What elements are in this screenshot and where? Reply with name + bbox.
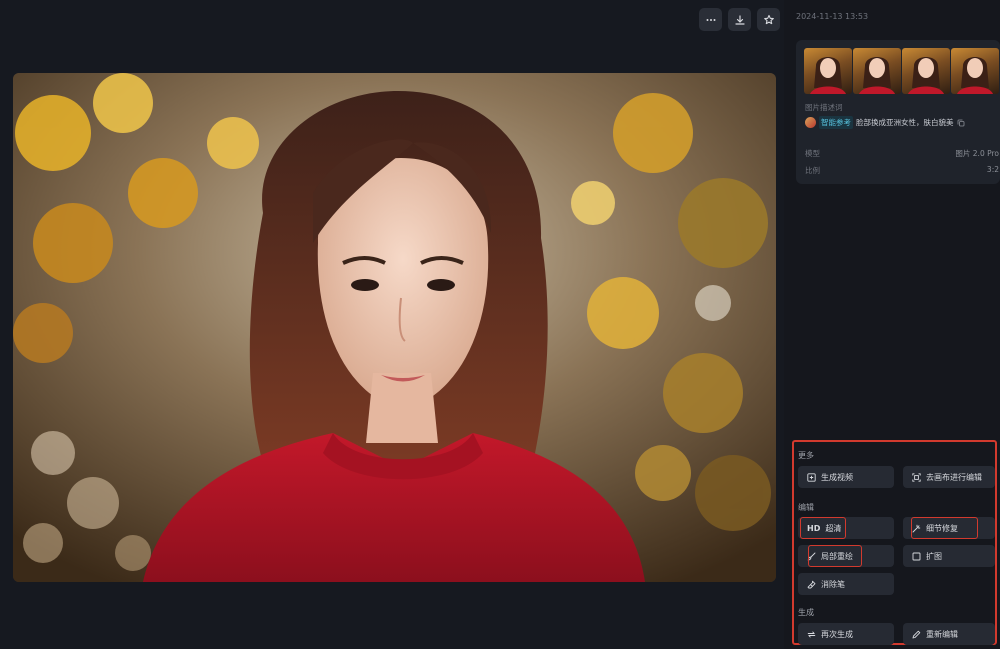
inpaint-label: 局部重绘 <box>821 551 853 561</box>
canvas-edit-button[interactable]: 去画布进行编辑 <box>903 466 995 488</box>
canvas-edit-label: 去画布进行编辑 <box>926 472 982 482</box>
meta-row-ratio: 比例 3:2 <box>805 165 999 175</box>
details-sidebar: 2024-11-13 13:53 图片描述词 智能参考 脸部换成亚洲女性，肤白貌… <box>784 0 1000 649</box>
pencil-icon <box>912 630 921 638</box>
prompt-label: 图片描述词 <box>805 103 843 112</box>
thumbnail-1[interactable] <box>804 48 852 94</box>
smart-reference-tag[interactable]: 智能参考 <box>819 116 853 129</box>
reedit-label: 重新编辑 <box>926 629 958 639</box>
section-title-edit: 编辑 <box>798 503 814 512</box>
reference-avatar-icon <box>805 117 816 128</box>
detail-repair-button[interactable]: 细节修复 <box>903 517 995 539</box>
more-horizontal-icon <box>706 18 715 21</box>
actions-panel: 更多 生成视频 去画布进行编辑 编辑 HD 超清 细节修复 局部重绘 扩图 消除… <box>792 440 997 645</box>
timestamp: 2024-11-13 13:53 <box>796 12 869 21</box>
download-button[interactable] <box>728 8 751 31</box>
inpaint-button[interactable]: 局部重绘 <box>798 545 894 567</box>
upscale-button[interactable]: HD 超清 <box>798 517 894 539</box>
thumbnail-3[interactable] <box>902 48 950 94</box>
upscale-label: 超清 <box>825 523 842 533</box>
brush-icon <box>807 552 816 560</box>
magic-wand-icon <box>912 524 921 532</box>
outpaint-button[interactable]: 扩图 <box>903 545 995 567</box>
regenerate-label: 再次生成 <box>821 629 853 639</box>
eraser-label: 消除笔 <box>821 579 845 589</box>
prompt-text: 脸部换成亚洲女性，肤白貌美 <box>856 118 954 127</box>
copy-icon[interactable] <box>957 119 965 127</box>
eraser-icon <box>807 580 816 588</box>
section-title-more: 更多 <box>798 451 814 460</box>
thumbnail-4[interactable] <box>951 48 999 94</box>
generate-video-button[interactable]: 生成视频 <box>798 466 894 488</box>
image-toolbar <box>699 8 780 31</box>
canvas-icon <box>912 472 921 482</box>
generation-info-card: 图片描述词 智能参考 脸部换成亚洲女性，肤白貌美 模型 图片 2.0 Pro 比… <box>796 40 1000 184</box>
repeat-icon <box>807 631 816 637</box>
more-button[interactable] <box>699 8 722 31</box>
thumbnail-2[interactable] <box>853 48 901 94</box>
download-icon <box>734 14 745 25</box>
reedit-button[interactable]: 重新编辑 <box>903 623 995 645</box>
hd-icon: HD <box>807 523 821 533</box>
meta-row-model: 模型 图片 2.0 Pro <box>805 149 999 158</box>
generated-image[interactable] <box>13 73 776 582</box>
favorite-button[interactable] <box>757 8 780 31</box>
main-canvas-area <box>0 0 784 649</box>
detail-repair-label: 细节修复 <box>926 523 958 533</box>
regenerate-button[interactable]: 再次生成 <box>798 623 894 645</box>
portrait-photo <box>13 73 776 582</box>
generate-video-label: 生成视频 <box>821 472 853 482</box>
section-title-generate: 生成 <box>798 608 814 617</box>
outpaint-label: 扩图 <box>926 551 942 561</box>
eraser-button[interactable]: 消除笔 <box>798 573 894 595</box>
star-icon <box>763 14 774 24</box>
expand-square-icon <box>912 552 921 560</box>
prompt-row: 智能参考 脸部换成亚洲女性，肤白貌美 <box>805 116 965 129</box>
reference-thumbnails <box>804 48 999 94</box>
video-add-icon <box>807 472 816 482</box>
